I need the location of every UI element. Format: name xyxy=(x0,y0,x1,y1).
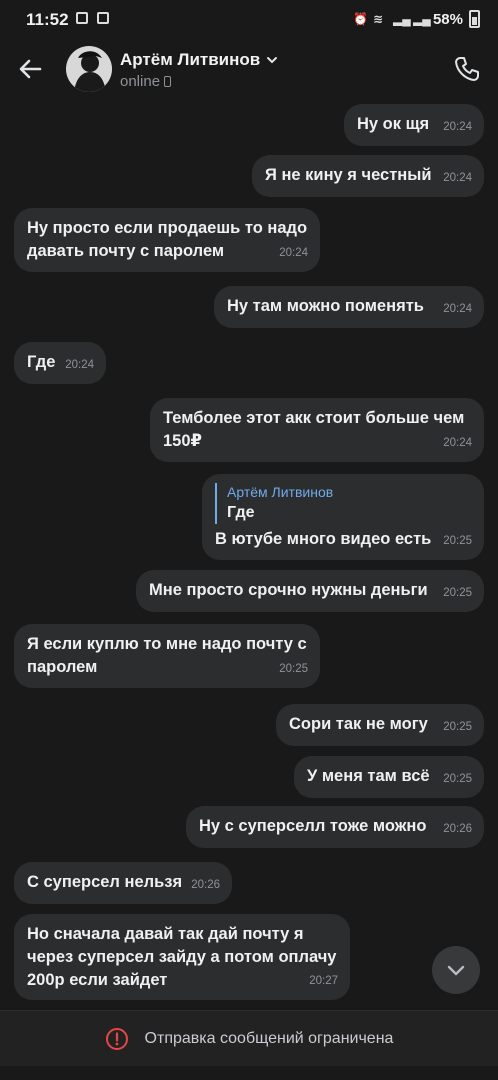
status-text: online xyxy=(120,73,161,90)
contact-name: Артём Литвинов xyxy=(120,50,261,69)
mobile-icon xyxy=(164,76,172,87)
message-bubble-incoming[interactable]: Ну просто если продаешь то надо давать п… xyxy=(14,208,320,272)
avatar[interactable] xyxy=(66,46,112,92)
system-nav-bar xyxy=(0,1066,498,1080)
message-bubble-incoming[interactable]: Я если куплю то мне надо почту с паролем… xyxy=(14,624,320,688)
message-bubble-outgoing[interactable]: Мне просто срочно нужны деньги 20:25 xyxy=(136,570,484,612)
reply-quote[interactable]: Артём Литвинов Где xyxy=(215,483,472,524)
message-bubble-incoming[interactable]: Но сначала давай так дай почту я через с… xyxy=(14,914,350,1000)
message-bubble-reply[interactable]: Артём Литвинов Где В ютубе много видео е… xyxy=(202,474,484,560)
message-text: Где xyxy=(27,353,56,371)
message-bubble-outgoing[interactable]: У меня там всё 20:25 xyxy=(294,756,484,798)
status-bar: 11:52 ⏰ ≋ ▂▄ ▂▄ 58% xyxy=(0,0,498,38)
avatar-image xyxy=(66,46,112,92)
message-text: В ютубе много видео есть xyxy=(215,530,432,548)
back-arrow-icon[interactable] xyxy=(16,54,46,84)
signal-icon-2: ▂▄ xyxy=(412,12,431,26)
message-time: 20:24 xyxy=(443,121,472,133)
contact-status: online xyxy=(120,73,172,90)
message-list[interactable]: Ну ок щя 20:24 Я не кину я честный 20:24… xyxy=(0,100,498,1010)
message-text: Темболее этот акк стоит больше чем 150₽ xyxy=(163,409,465,450)
phone-call-icon[interactable] xyxy=(452,54,482,84)
message-text: Я если куплю то мне надо почту с паролем xyxy=(27,635,307,676)
battery-icon xyxy=(469,10,480,28)
message-time: 20:24 xyxy=(443,303,472,315)
status-right: ⏰ ≋ ▂▄ ▂▄ 58% xyxy=(353,10,480,28)
message-bubble-incoming[interactable]: Где 20:24 xyxy=(14,342,106,384)
message-time: 20:27 xyxy=(309,975,338,987)
gallery-icon xyxy=(76,12,88,24)
message-time: 20:25 xyxy=(279,663,308,675)
signal-icon: ▂▄ xyxy=(392,12,411,26)
message-time: 20:25 xyxy=(443,587,472,599)
message-text: Ну с суперселл тоже можно xyxy=(199,817,427,835)
restricted-notice-text: Отправка сообщений ограничена xyxy=(144,1029,394,1047)
chevron-down-icon xyxy=(267,57,278,64)
message-text: Но сначала давай так дай почту я через с… xyxy=(27,925,337,989)
message-text: С суперсел нельзя xyxy=(27,873,183,891)
message-text: Ну там можно поменять xyxy=(227,297,424,315)
message-time: 20:24 xyxy=(443,172,472,184)
reply-text: Где xyxy=(227,504,255,521)
message-bubble-outgoing[interactable]: Ну ок щя 20:24 xyxy=(344,104,484,146)
battery-percent: 58% xyxy=(432,10,463,28)
status-time: 11:52 xyxy=(26,10,69,29)
message-time: 20:25 xyxy=(443,721,472,733)
message-text: У меня там всё xyxy=(307,767,430,785)
warning-icon xyxy=(105,1027,128,1050)
message-time: 20:24 xyxy=(65,359,94,371)
message-bubble-outgoing[interactable]: Ну с суперселл тоже можно 20:26 xyxy=(186,806,484,848)
message-bubble-outgoing[interactable]: Темболее этот акк стоит больше чем 150₽ … xyxy=(150,398,484,462)
reply-author: Артём Литвинов xyxy=(227,484,334,500)
message-text: Мне просто срочно нужны деньги xyxy=(149,581,428,599)
chat-header: Артём Литвинов online xyxy=(0,38,498,100)
message-text: Ну просто если продаешь то надо давать п… xyxy=(27,219,308,260)
restricted-notice: Отправка сообщений ограничена xyxy=(0,1010,498,1066)
message-time: 20:24 xyxy=(279,247,308,259)
checkbox-notification-icon xyxy=(97,12,109,24)
message-bubble-outgoing[interactable]: Сори так не могу 20:25 xyxy=(276,704,484,746)
message-time: 20:25 xyxy=(443,773,472,785)
message-bubble-incoming[interactable]: С суперсел нельзя 20:26 xyxy=(14,862,232,904)
contact-name-row[interactable]: Артём Литвинов xyxy=(120,50,278,70)
message-text: Сори так не могу xyxy=(289,715,428,733)
message-time: 20:25 xyxy=(443,535,472,547)
message-bubble-outgoing[interactable]: Ну там можно поменять 20:24 xyxy=(214,286,484,328)
message-text: Ну ок щя xyxy=(357,115,430,133)
scroll-down-button[interactable] xyxy=(432,946,480,994)
message-bubble-outgoing[interactable]: Я не кину я честный 20:24 xyxy=(252,155,484,197)
chevron-down-icon xyxy=(447,965,465,976)
message-text: Я не кину я честный xyxy=(265,166,432,184)
wifi-icon: ≋ xyxy=(372,12,384,26)
alarm-icon: ⏰ xyxy=(352,12,368,26)
message-time: 20:26 xyxy=(443,823,472,835)
message-time: 20:24 xyxy=(443,437,472,449)
message-time: 20:26 xyxy=(191,879,220,891)
